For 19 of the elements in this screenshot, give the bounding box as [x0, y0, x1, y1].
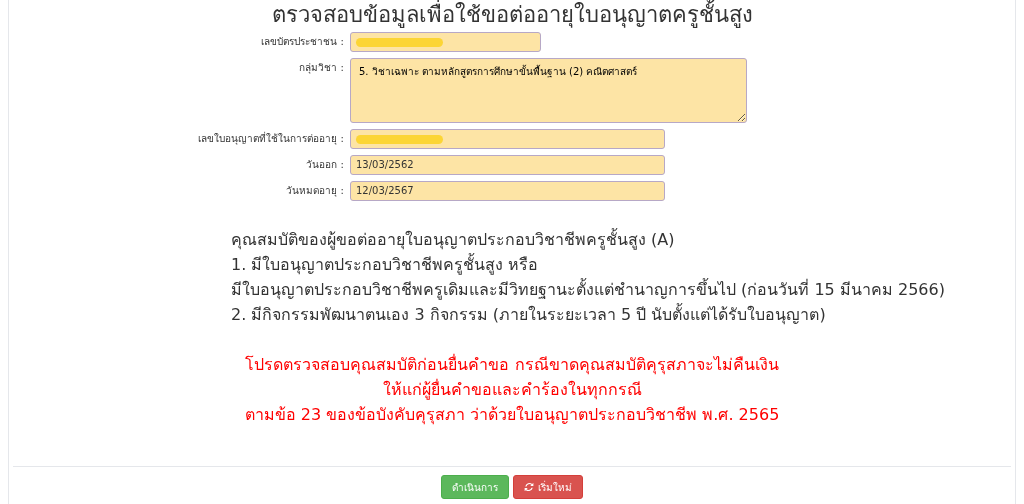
warning-text: โปรดตรวจสอบคุณสมบัติก่อนยื่นคำขอ กรณีขาดคุณสมบัติคุรุสภาจะไม่คืนเงิน	[245, 353, 779, 377]
input-field[interactable]: 12/03/2567	[350, 181, 665, 201]
qualification-text: คุณสมบัติของผู้ขอต่ออายุใบอนุญาตประกอบวิชาชีพครูชั้นสูง (A)	[231, 227, 676, 252]
input-field[interactable]: 13/03/2562	[350, 155, 665, 175]
field-label: เลขใบอนุญาตที่ใช้ในการต่ออายุ :	[197, 130, 345, 147]
warning-text: ตามข้อ 23 ของข้อบังคับคุรุสภา ว่าด้วยใบอนุญาตประกอบวิชาชีพ พ.ศ. 2565	[244, 404, 780, 427]
warning-text: ให้แก่ผู้ยื่นคำขอและคำร้องในทุกกรณี	[382, 378, 642, 402]
field-label: วันออก :	[305, 158, 345, 172]
input-field[interactable]	[350, 129, 665, 149]
field-label: เลขบัตรประชาชน :	[260, 35, 345, 49]
reset-button[interactable]: เริ่มใหม่	[513, 475, 583, 499]
field-label: วันหมดอายุ :	[285, 184, 345, 199]
input-field[interactable]	[350, 32, 541, 52]
qualification-text: 2. มีกิจกรรมพัฒนาตนเอง 3 กิจกรรม (ภายในระยะเวลา 5 ปี นับตั้งแต่ได้รับใบอนุญาต)	[231, 302, 827, 327]
qualification-text: มีใบอนุญาตประกอบวิชาชีพครูเดิมและมีวิทยฐานะตั้งแต่ชำนาญการขึ้นไป (ก่อนวันที่ 15 มีนาคม 2566)	[231, 277, 946, 302]
field-label: กลุ่มวิชา :	[298, 61, 345, 76]
qualification-text: 1. มีใบอนุญาตประกอบวิชาชีพครูชั้นสูง หรือ	[231, 252, 540, 277]
subject-textarea[interactable]: 5. วิชาเฉพาะ ตามหลักสูตรการศึกษาขั้นพื้นฐาน (2) คณิตศาสตร์	[350, 58, 747, 123]
refresh-icon	[524, 482, 534, 492]
